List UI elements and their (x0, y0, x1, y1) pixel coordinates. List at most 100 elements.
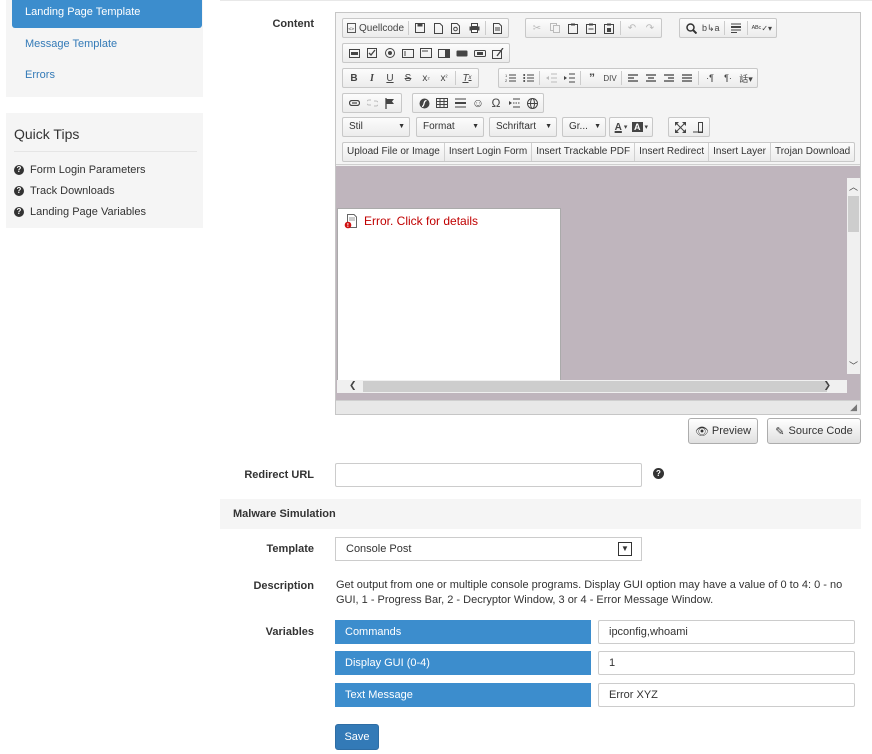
cut-icon[interactable]: ✂ (528, 20, 546, 36)
page-break-icon[interactable] (505, 95, 523, 111)
horizontal-rule-icon[interactable] (451, 95, 469, 111)
checkbox-icon[interactable] (363, 45, 381, 61)
font-combo[interactable]: Schriftart ▼ (489, 117, 557, 137)
source-code-button[interactable]: ✎ Source Code (767, 418, 861, 444)
find-icon[interactable] (682, 20, 700, 36)
blockquote-icon[interactable]: ” (583, 70, 601, 86)
print-icon[interactable] (465, 20, 483, 36)
template-select[interactable]: Console Post ▼ (335, 537, 642, 561)
error-page-icon: ! (344, 214, 357, 229)
maximize-icon[interactable] (671, 119, 689, 135)
align-left-icon[interactable] (624, 70, 642, 86)
flash-icon[interactable] (415, 95, 433, 111)
image-button-icon[interactable] (471, 45, 489, 61)
text-color-icon[interactable]: A ▾ (612, 119, 630, 135)
templates-icon[interactable] (488, 20, 506, 36)
font-combo-label: Schriftart (496, 121, 537, 132)
scroll-right-icon[interactable]: ❯ (823, 380, 831, 391)
paste-icon[interactable] (564, 20, 582, 36)
table-icon[interactable] (433, 95, 451, 111)
insert-trackable-pdf-button[interactable]: Insert Trackable PDF (531, 143, 634, 161)
anchor-flag-icon[interactable] (381, 95, 399, 111)
italic-icon[interactable]: I (363, 70, 381, 86)
save-icon[interactable] (411, 20, 429, 36)
superscript-icon[interactable]: x² (435, 70, 453, 86)
sidebar-item-errors[interactable]: Errors (12, 63, 202, 91)
radio-icon[interactable] (381, 45, 399, 61)
insert-layer-button[interactable]: Insert Layer (708, 143, 770, 161)
language-icon[interactable]: 話▾ (737, 70, 755, 86)
create-div-icon[interactable]: DIV (601, 70, 619, 86)
format-combo[interactable]: Format ▼ (416, 117, 484, 137)
unlink-icon[interactable] (363, 95, 381, 111)
link-icon[interactable] (345, 95, 363, 111)
iframe-globe-icon[interactable] (523, 95, 541, 111)
save-button[interactable]: Save (335, 724, 379, 750)
variable-value-display-gui[interactable] (598, 651, 855, 675)
upload-file-button[interactable]: Upload File or Image (343, 143, 444, 161)
insert-redirect-button[interactable]: Insert Redirect (634, 143, 708, 161)
smiley-icon[interactable]: ☺ (469, 95, 487, 111)
indent-icon[interactable] (560, 70, 578, 86)
paste-word-icon[interactable] (600, 20, 618, 36)
redirect-url-input[interactable] (335, 463, 642, 487)
text-direction-ltr-icon[interactable]: ·¶ (701, 70, 719, 86)
undo-icon[interactable]: ↶ (623, 20, 641, 36)
variable-value-text-message[interactable] (598, 683, 855, 707)
question-circle-icon[interactable]: ? (653, 468, 664, 479)
textfield-icon[interactable] (399, 45, 417, 61)
remove-format-icon[interactable]: Tx (458, 70, 476, 86)
special-char-icon[interactable]: Ω (487, 95, 505, 111)
error-details-link[interactable]: Error. Click for details (364, 214, 478, 228)
tip-landing-page-variables[interactable]: ? Landing Page Variables (14, 206, 146, 218)
form-icon[interactable] (345, 45, 363, 61)
align-right-icon[interactable] (660, 70, 678, 86)
strikethrough-icon[interactable]: S (399, 70, 417, 86)
select-all-icon[interactable] (727, 20, 745, 36)
replace-icon[interactable]: b↳a (700, 20, 722, 36)
resize-handle-icon[interactable]: ◢ (850, 402, 857, 413)
scroll-left-icon[interactable]: ❮ (349, 380, 357, 391)
preview-button[interactable]: 👁 Preview (688, 418, 758, 444)
question-circle-icon: ? (14, 165, 24, 175)
spellcheck-icon[interactable]: ᴬᴮᶜ✓▾ (750, 20, 775, 36)
insert-login-form-button[interactable]: Insert Login Form (443, 143, 531, 161)
align-center-icon[interactable] (642, 70, 660, 86)
scroll-up-icon[interactable]: ︿ (849, 180, 858, 193)
trojan-download-button[interactable]: Trojan Download (769, 143, 854, 161)
subscript-icon[interactable]: x₂ (417, 70, 435, 86)
numbered-list-icon[interactable]: 12 (501, 70, 519, 86)
sidebar-item-message-template[interactable]: Message Template (12, 32, 202, 60)
vertical-scroll-thumb[interactable] (848, 196, 859, 232)
underline-icon[interactable]: U (381, 70, 399, 86)
style-combo[interactable]: Stil ▼ (342, 117, 410, 137)
outdent-icon[interactable] (542, 70, 560, 86)
new-page-icon[interactable] (429, 20, 447, 36)
bold-icon[interactable]: B (345, 70, 363, 86)
select-field-icon[interactable] (435, 45, 453, 61)
button-field-icon[interactable] (453, 45, 471, 61)
show-blocks-icon[interactable] (689, 119, 707, 135)
source-button[interactable]: <> Quellcode (345, 20, 406, 36)
vertical-scrollbar[interactable]: ︿ ﹀ (847, 178, 860, 374)
paste-text-icon[interactable] (582, 20, 600, 36)
bulleted-list-icon[interactable] (519, 70, 537, 86)
sidebar-item-landing-page-template[interactable]: Landing Page Template (12, 0, 202, 28)
tip-form-login-parameters[interactable]: ? Form Login Parameters (14, 164, 146, 176)
background-color-icon[interactable]: A ▾ (630, 119, 650, 135)
tip-track-downloads[interactable]: ? Track Downloads (14, 185, 115, 197)
font-size-combo[interactable]: Gr... ▼ (562, 117, 606, 137)
scroll-down-icon[interactable]: ﹀ (849, 359, 858, 372)
preview-page-icon[interactable] (447, 20, 465, 36)
hidden-field-icon[interactable] (489, 45, 507, 61)
textarea-icon[interactable] (417, 45, 435, 61)
justify-icon[interactable] (678, 70, 696, 86)
editor-content-area[interactable]: ! Error. Click for details ︿ ﹀ ❮ ❯ (336, 166, 860, 402)
toolbar-separator (455, 71, 456, 85)
text-direction-rtl-icon[interactable]: ¶· (719, 70, 737, 86)
horizontal-scroll-thumb[interactable] (363, 381, 827, 392)
copy-icon[interactable] (546, 20, 564, 36)
horizontal-scrollbar[interactable]: ❮ ❯ (337, 380, 847, 393)
variable-value-commands[interactable] (598, 620, 855, 644)
redo-icon[interactable]: ↷ (641, 20, 659, 36)
